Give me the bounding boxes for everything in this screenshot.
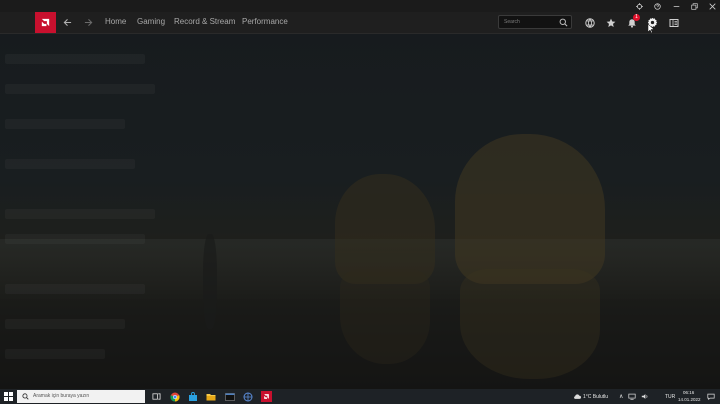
bug-report-icon[interactable]: [630, 0, 648, 12]
ghost-row: [5, 209, 155, 219]
weather-cloud-icon: [574, 394, 581, 399]
search-icon: [22, 393, 29, 400]
nav-record-stream[interactable]: Record & Stream: [174, 17, 235, 26]
chrome-icon[interactable]: [169, 391, 180, 402]
windows-taskbar: Aramak için buraya yazın 1°C Bulutlu ∧ T…: [0, 389, 720, 404]
ghost-row: [5, 84, 155, 94]
amd-logo[interactable]: [35, 12, 56, 33]
search-icon: [559, 18, 568, 27]
language-indicator[interactable]: TUR: [665, 394, 675, 400]
top-navigation-bar: Home Gaming Record & Stream Performance …: [0, 12, 720, 34]
ghost-row: [5, 234, 145, 244]
ghost-row: [5, 284, 145, 294]
ghost-row: [5, 349, 105, 359]
modal-dim-overlay: [0, 34, 720, 389]
network-globe-app-icon[interactable]: [242, 391, 253, 402]
taskbar-search-input[interactable]: Aramak için buraya yazın: [17, 390, 145, 403]
windows-start-icon[interactable]: [3, 391, 14, 402]
file-explorer-icon[interactable]: [205, 391, 216, 402]
help-icon[interactable]: [648, 0, 666, 12]
mouse-cursor-icon: [648, 24, 654, 33]
tray-chevron-up-icon[interactable]: ∧: [619, 393, 623, 400]
forward-arrow-icon[interactable]: [81, 15, 95, 29]
microsoft-store-icon[interactable]: [187, 391, 198, 402]
amd-software-taskbar-icon[interactable]: [261, 391, 272, 402]
close-icon[interactable]: [703, 0, 720, 12]
ghost-row: [5, 119, 125, 129]
globe-icon[interactable]: [583, 16, 596, 29]
amd-software-window: Home Gaming Record & Stream Performance …: [0, 0, 720, 389]
nav-home[interactable]: Home: [105, 17, 126, 26]
task-view-icon[interactable]: [151, 391, 162, 402]
minimize-icon[interactable]: [667, 0, 685, 12]
notification-badge: 1: [633, 14, 640, 21]
nav-performance[interactable]: Performance: [242, 17, 288, 26]
action-center-icon[interactable]: [707, 393, 715, 400]
volume-icon[interactable]: [641, 393, 649, 400]
restore-icon[interactable]: [685, 0, 703, 12]
ghost-row: [5, 319, 125, 329]
weather-text[interactable]: 1°C Bulutlu: [583, 394, 608, 400]
terminal-app-icon[interactable]: [224, 391, 235, 402]
clock-date[interactable]: 14.01.2022: [678, 397, 701, 402]
taskbar-search-placeholder: Aramak için buraya yazın: [33, 393, 90, 399]
network-icon[interactable]: [628, 393, 636, 400]
nav-gaming[interactable]: Gaming: [137, 17, 165, 26]
star-icon[interactable]: [604, 16, 617, 29]
search-input[interactable]: Search: [498, 15, 572, 29]
clock-time[interactable]: 06:16: [683, 390, 694, 395]
back-arrow-icon[interactable]: [60, 15, 74, 29]
ghost-row: [5, 54, 145, 64]
search-placeholder: Search: [504, 19, 520, 25]
ghost-row: [5, 159, 135, 169]
panel-layout-icon[interactable]: [667, 16, 680, 29]
title-bar: [0, 0, 720, 12]
